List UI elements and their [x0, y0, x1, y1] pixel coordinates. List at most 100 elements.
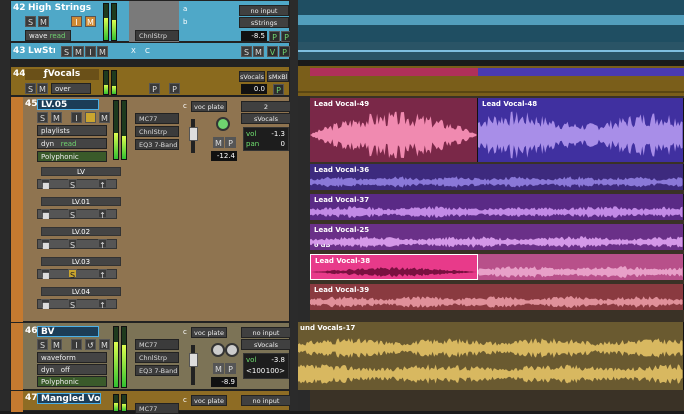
input-monitor-button[interactable]: I	[71, 16, 82, 27]
lane-46[interactable]: und Vocals-17	[298, 322, 684, 390]
clip-lead-vocal-37[interactable]: Lead Vocal-37	[310, 194, 684, 220]
lane-up-button[interactable]: ↑	[98, 209, 107, 220]
send-fader-readout[interactable]: -8.9	[211, 377, 237, 387]
send-prepost-button[interactable]: P	[225, 363, 236, 374]
track-42-header[interactable]: 42 High Strings S M I M wave read ChnlSt…	[10, 0, 292, 43]
lane-43[interactable]	[298, 42, 684, 60]
view-selector[interactable]: over	[51, 83, 91, 94]
vol-value[interactable]: -3.8	[271, 356, 285, 364]
input-selector[interactable]: sVocals	[239, 71, 265, 82]
output-selector[interactable]: sVocals	[241, 113, 291, 124]
playlist-controls[interactable]: ■ S ↑	[37, 239, 117, 250]
record-button[interactable]: M	[85, 16, 96, 27]
lane-s-button[interactable]: S	[68, 179, 77, 190]
input-monitor-button[interactable]: I	[85, 46, 96, 57]
lane-45[interactable]: Lead Vocal-49 Lead Vocal-48 Lead Vocal-3…	[298, 96, 684, 322]
mute-button[interactable]: M	[253, 46, 264, 57]
track-active-button[interactable]: ↺	[85, 339, 96, 350]
mute-button[interactable]: M	[37, 83, 48, 94]
track-45-header[interactable]: 45 LV.05 S M I M playlists dyn read Poly…	[10, 96, 291, 323]
lane-44[interactable]	[298, 66, 684, 96]
insert-slot-mc77[interactable]: MC77	[135, 113, 179, 124]
solo-button[interactable]: S	[37, 339, 48, 350]
input-selector[interactable]: no input	[241, 327, 291, 338]
clip-lead-vocal-38[interactable]: Lead Vocal-38	[310, 254, 478, 280]
lane-up-button[interactable]: ↑	[98, 299, 107, 310]
send-level-knob[interactable]	[216, 117, 230, 131]
output-selector[interactable]: sVocals	[241, 339, 291, 350]
output-selector[interactable]: sStrings	[239, 17, 289, 28]
track-name[interactable]: LV.05	[37, 99, 99, 110]
track-46-header[interactable]: 46 BV S M I ↺ M waveform dyn off Polypho…	[10, 322, 291, 391]
record-button[interactable]: M	[99, 112, 110, 123]
clip-lead-vocal-36[interactable]: Lead Vocal-36	[310, 164, 684, 190]
pan-value[interactable]: 0	[281, 140, 285, 148]
view-selector[interactable]: wave read	[25, 30, 71, 41]
clip-lead-vocal-38-tail[interactable]	[478, 254, 684, 280]
send-mute-button[interactable]: M	[213, 137, 224, 148]
record-button[interactable]: M	[99, 339, 110, 350]
mute-button[interactable]: M	[51, 112, 62, 123]
clip-lead-vocal-48[interactable]: Lead Vocal-48	[478, 98, 684, 162]
solo-button[interactable]: S	[61, 46, 72, 57]
send-pan-knob-left[interactable]	[211, 343, 225, 357]
insert-slot[interactable]: ChnlStrp	[135, 30, 179, 41]
output-selector[interactable]: sMxBl	[267, 71, 289, 82]
lane-s-button[interactable]: S	[68, 299, 77, 310]
track-44-header[interactable]: 44 ƒVocals S M over P P sVocals sMxBl 0.…	[10, 66, 290, 96]
playlist-controls[interactable]: ■ S ↑	[37, 299, 117, 310]
solo-button[interactable]: S	[25, 16, 36, 27]
track-name[interactable]: Mangled Vox	[37, 393, 101, 404]
insert-slot-chnlstrp[interactable]: ChnlStrp	[135, 352, 179, 363]
automation-selector[interactable]: dyn off	[37, 364, 107, 375]
send-mute-button[interactable]: M	[213, 363, 224, 374]
record-button[interactable]: M	[97, 46, 108, 57]
track-name[interactable]: ƒVocals	[25, 69, 99, 80]
insert-slot-eq3[interactable]: EQ3 7-Band	[135, 365, 179, 376]
input-monitor-button[interactable]: I	[71, 112, 82, 123]
volume-readout[interactable]: 0.0	[241, 84, 267, 94]
send-fader[interactable]	[189, 353, 198, 367]
lane-up-button[interactable]: ↑	[98, 179, 107, 190]
send-fader-readout[interactable]: -12.4	[211, 151, 237, 161]
send-fader[interactable]	[189, 127, 198, 141]
solo-lane-button[interactable]: ■	[41, 179, 50, 190]
mute-button[interactable]: M	[51, 339, 62, 350]
track-name[interactable]: High Strings	[25, 3, 99, 14]
volume-readout[interactable]: -8.5	[241, 31, 267, 41]
input-selector[interactable]: 2	[241, 101, 291, 112]
pan-right-value[interactable]: 100>	[266, 367, 285, 375]
solo-lane-button[interactable]: ■	[41, 239, 50, 250]
input-selector[interactable]: no input	[239, 5, 289, 16]
playlist-controls[interactable]: ■ S ↑	[37, 209, 117, 220]
solo-lane-button[interactable]: ■	[41, 269, 50, 280]
pan-left-value[interactable]: <100	[246, 367, 265, 375]
panel-p-button[interactable]: P	[279, 46, 290, 57]
panel-p-button[interactable]: V	[267, 46, 278, 57]
send-pan-knob-right[interactable]	[225, 343, 239, 357]
view-selector[interactable]: waveform	[37, 352, 107, 363]
send-selector[interactable]: voc plate	[191, 327, 227, 338]
solo-lane-button[interactable]: ■	[41, 209, 50, 220]
lane-up-button[interactable]: ↑	[98, 239, 107, 250]
track-name[interactable]: BV	[37, 326, 99, 337]
lane-47[interactable]	[298, 390, 684, 411]
solo-button[interactable]: S	[37, 112, 48, 123]
playlist-controls[interactable]: ■ S ↑	[37, 269, 117, 280]
send-prepost-button[interactable]: P	[225, 137, 236, 148]
lane-42[interactable]	[298, 0, 684, 42]
panel-p-button[interactable]: P	[149, 83, 160, 94]
playlist-controls[interactable]: ■ S ↑	[37, 179, 117, 190]
send-selector[interactable]: voc plate	[191, 101, 227, 112]
track-43-header[interactable]: 43 LwStr S M I M X C S M V P	[10, 42, 290, 60]
automation-selector[interactable]: dyn read	[37, 138, 107, 149]
input-monitor-button[interactable]: I	[71, 339, 82, 350]
insert-slot-chnlstrp[interactable]: ChnlStrp	[135, 126, 179, 137]
lane-s-button[interactable]: S	[68, 209, 77, 220]
solo-button[interactable]: S	[241, 46, 252, 57]
insert-slot-mc77[interactable]: MC77	[135, 403, 179, 414]
panel-p-button[interactable]: P	[169, 83, 180, 94]
insert-slot-mc77[interactable]: MC77	[135, 339, 179, 350]
track-47-header[interactable]: 47 Mangled Vox MC77 c voc plate no input	[10, 390, 291, 414]
clip-lead-vocal-49[interactable]: Lead Vocal-49	[310, 98, 478, 162]
